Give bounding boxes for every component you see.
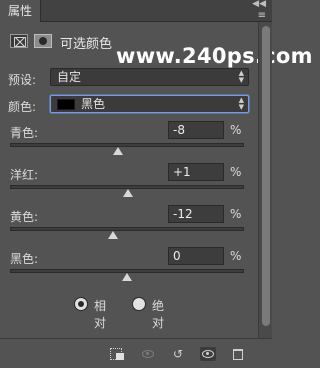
slider-label: 黄色:: [10, 210, 39, 224]
slider-value-input[interactable]: -8: [168, 121, 224, 139]
select-arrows-icon: ▲ ▼: [238, 69, 244, 84]
panel-tabbar: 属性 ◀◀ ≡: [0, 0, 272, 22]
tab-properties[interactable]: 属性: [0, 0, 42, 22]
preset-label: 预设:: [8, 73, 37, 87]
radio-relative[interactable]: [74, 297, 88, 311]
visibility-eye-icon[interactable]: [200, 347, 216, 361]
radio-relative-label[interactable]: 相对: [94, 297, 106, 331]
slider-label: 黑色:: [10, 252, 39, 266]
panel-footer: ↺: [0, 338, 272, 368]
colors-value: 黑色: [81, 97, 106, 111]
panel-scrollbar[interactable]: [258, 22, 272, 338]
color-swatch: [57, 99, 75, 110]
slider-track[interactable]: [10, 143, 244, 147]
slider-thumb[interactable]: [107, 231, 118, 239]
slider-thumb[interactable]: [123, 189, 134, 197]
view-previous-icon[interactable]: [140, 347, 156, 361]
preset-value: 自定: [57, 70, 82, 84]
clip-to-layer-icon[interactable]: [110, 347, 126, 361]
preset-select[interactable]: 自定 ▲ ▼: [50, 68, 249, 86]
panel-menu-icon[interactable]: ≡: [258, 11, 266, 21]
colors-label: 颜色:: [8, 100, 37, 114]
slider-label: 洋红:: [10, 168, 39, 182]
colors-select[interactable]: 黑色 ▲ ▼: [50, 95, 249, 113]
selective-color-icon[interactable]: [10, 34, 28, 48]
select-arrows-icon: ▲ ▼: [238, 96, 244, 111]
slider-thumb[interactable]: [112, 147, 123, 155]
layer-mask-icon[interactable]: [34, 34, 52, 48]
percent-unit: %: [230, 249, 242, 263]
scrollbar-thumb[interactable]: [262, 26, 270, 326]
percent-unit: %: [230, 165, 242, 179]
slider-thumb[interactable]: [122, 273, 132, 281]
slider-value-input[interactable]: -12: [168, 205, 224, 223]
percent-unit: %: [230, 123, 242, 137]
slider-label: 青色:: [10, 126, 39, 140]
slider-value-input[interactable]: +1: [168, 163, 224, 181]
watermark-text: www.240ps.com: [116, 44, 313, 68]
percent-unit: %: [230, 207, 242, 221]
radio-absolute-label[interactable]: 绝对: [152, 297, 164, 331]
delete-icon[interactable]: [230, 347, 246, 361]
slider-value-input[interactable]: 0: [168, 247, 224, 265]
slider-track[interactable]: [10, 227, 244, 231]
reset-icon[interactable]: ↺: [170, 347, 186, 361]
radio-absolute[interactable]: [132, 297, 146, 311]
adjustment-title: 可选颜色: [60, 37, 113, 52]
collapse-icon[interactable]: ◀◀: [252, 0, 266, 9]
